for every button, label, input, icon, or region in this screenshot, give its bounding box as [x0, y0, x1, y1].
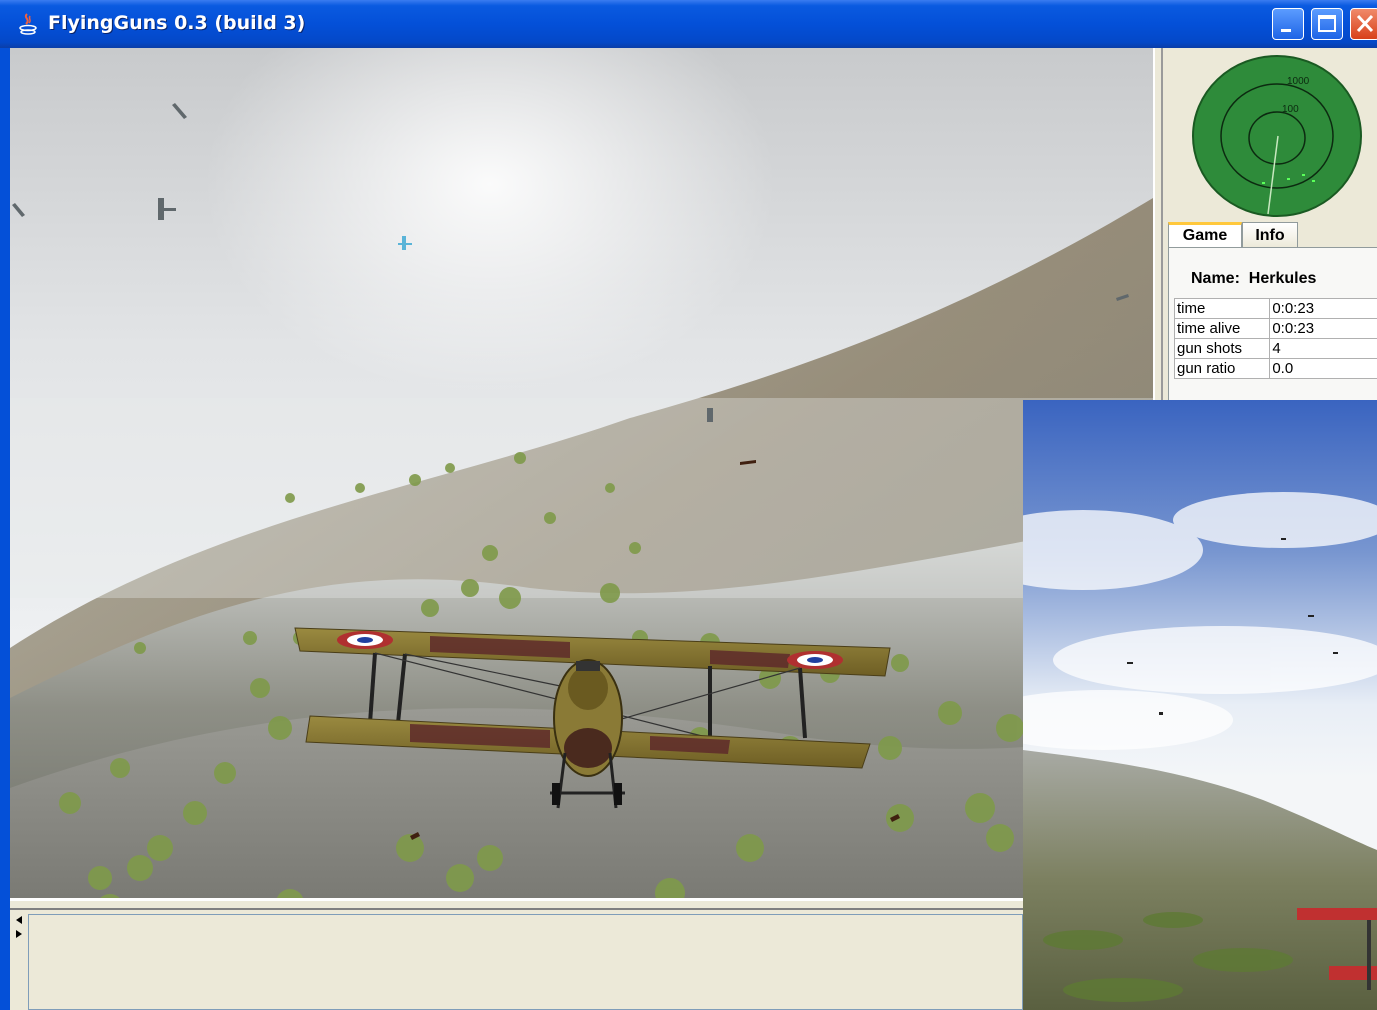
stat-value: 0.0 [1269, 358, 1377, 379]
minimize-icon [1281, 29, 1291, 32]
maximize-icon [1318, 15, 1336, 32]
stats-table: time 0:0:23 time alive 0:0:23 gun shots … [1173, 298, 1377, 379]
window-frame-left [0, 48, 10, 1010]
tab-info[interactable]: Info [1242, 222, 1298, 248]
stat-key: gun ratio [1173, 358, 1271, 379]
radar-display: 1000 100 [1192, 55, 1362, 217]
table-row: time 0:0:23 [1173, 298, 1377, 319]
stat-key: gun shots [1173, 338, 1271, 359]
stat-value: 0:0:23 [1269, 298, 1377, 319]
player-name-row: Name: Herkules [1191, 270, 1316, 288]
table-row: gun shots 4 [1173, 338, 1377, 359]
stat-key: time [1173, 298, 1271, 319]
table-row: gun ratio 0.0 [1173, 358, 1377, 379]
stat-value: 0:0:23 [1269, 318, 1377, 339]
main-3d-viewport[interactable] [10, 48, 1153, 898]
secondary-camera-view[interactable] [1023, 400, 1377, 1010]
radar-label-1000: 1000 [1287, 76, 1310, 87]
close-icon [1356, 14, 1374, 33]
console-text-area[interactable] [28, 914, 1023, 1010]
java-icon [19, 13, 37, 35]
radar-label-100: 100 [1282, 104, 1299, 115]
game-tab-content: Name: Herkules time 0:0:23 time alive 0:… [1168, 247, 1377, 400]
window-title: FlyingGuns 0.3 (build 3) [48, 12, 306, 34]
console-splitter[interactable] [10, 898, 1153, 910]
window-titlebar[interactable]: FlyingGuns 0.3 (build 3) [0, 0, 1377, 48]
console-panel [10, 910, 1025, 1010]
stat-value: 4 [1269, 338, 1377, 359]
tab-game[interactable]: Game [1168, 222, 1242, 248]
side-panel: 1000 100 Game Info Name: Herkules time 0… [1163, 48, 1377, 400]
panel-divider[interactable] [1153, 48, 1163, 400]
maximize-button[interactable] [1311, 8, 1343, 40]
collapse-arrows-icon[interactable] [14, 914, 24, 944]
table-row: time alive 0:0:23 [1173, 318, 1377, 339]
stat-key: time alive [1173, 318, 1271, 339]
game-scene [10, 48, 1153, 898]
secondary-scene [1023, 400, 1377, 1010]
player-name: Herkules [1248, 270, 1317, 287]
close-button[interactable] [1350, 8, 1377, 40]
minimize-button[interactable] [1272, 8, 1304, 40]
player-name-label: Name: [1191, 270, 1240, 287]
